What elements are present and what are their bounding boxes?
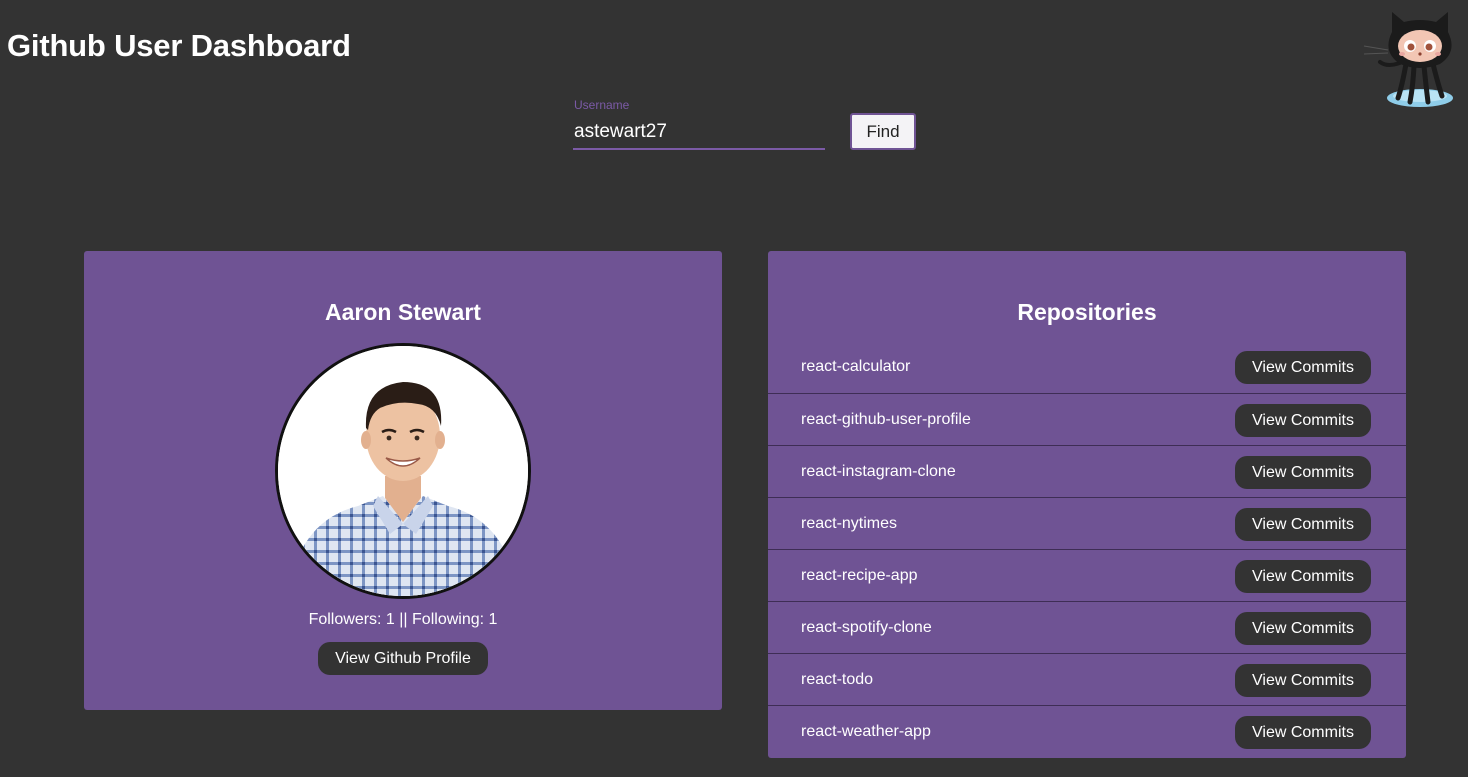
repo-row: react-nytimes View Commits [768, 497, 1406, 549]
repo-row: react-github-user-profile View Commits [768, 393, 1406, 445]
username-field: Username [573, 98, 825, 155]
repo-row: react-todo View Commits [768, 653, 1406, 705]
repo-name: react-github-user-profile [801, 411, 971, 428]
avatar [275, 343, 531, 599]
repo-row: react-recipe-app View Commits [768, 549, 1406, 601]
find-button[interactable]: Find [850, 113, 916, 150]
profile-card: Aaron Stewart Followers: 1 || Following:… [84, 251, 722, 710]
view-commits-button[interactable]: View Commits [1235, 508, 1371, 541]
view-github-profile-button[interactable]: View Github Profile [318, 642, 488, 675]
repo-name: react-todo [801, 671, 874, 688]
view-commits-button[interactable]: View Commits [1235, 404, 1371, 437]
repo-name: react-spotify-clone [801, 619, 932, 636]
view-commits-button[interactable]: View Commits [1235, 456, 1371, 489]
repo-row: react-spotify-clone View Commits [768, 601, 1406, 653]
view-commits-button[interactable]: View Commits [1235, 716, 1371, 749]
octocat-icon [1362, 6, 1462, 110]
repo-name: react-calculator [801, 358, 911, 375]
app-title: Github User Dashboard [7, 28, 351, 63]
repo-name: react-weather-app [801, 723, 931, 740]
username-label: Username [574, 98, 630, 112]
profile-name: Aaron Stewart [325, 299, 481, 325]
repo-name: react-recipe-app [801, 567, 918, 584]
follow-stats: Followers: 1 || Following: 1 [308, 611, 498, 628]
repo-row: react-instagram-clone View Commits [768, 445, 1406, 497]
view-commits-button[interactable]: View Commits [1235, 560, 1371, 593]
repo-name: react-nytimes [801, 515, 898, 532]
repositories-title: Repositories [1017, 299, 1157, 325]
dashboard-page: Github User Dashboard Username astewart2… [0, 0, 1468, 777]
repo-row: react-weather-app View Commits [768, 705, 1406, 757]
repo-name: react-instagram-clone [801, 463, 956, 480]
username-input[interactable] [573, 116, 825, 150]
view-commits-button[interactable]: View Commits [1235, 612, 1371, 645]
repo-list: react-calculator View Commits react-gith… [768, 341, 1406, 757]
view-commits-button[interactable]: View Commits [1235, 664, 1371, 697]
view-commits-button[interactable]: View Commits [1235, 351, 1371, 384]
repositories-card: Repositories react-calculator View Commi… [768, 251, 1406, 758]
repo-row: react-calculator View Commits [768, 341, 1406, 393]
